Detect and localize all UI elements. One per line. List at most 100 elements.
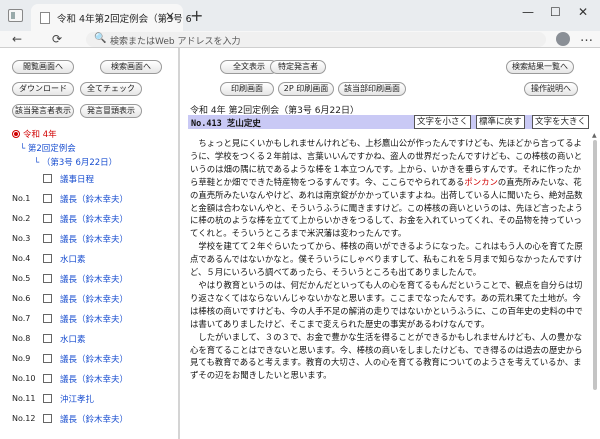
print-screen-button[interactable]: 印刷画面 [220, 82, 274, 96]
profile-avatar[interactable] [556, 32, 570, 46]
speech-speaker-link[interactable]: 水口素 [60, 253, 86, 265]
speech-checkbox[interactable] [43, 294, 52, 303]
speech-row[interactable]: No.8 水口素 [0, 330, 178, 350]
tree-era[interactable]: 令和 4年 [12, 128, 57, 140]
speech-speaker-link[interactable]: 議長（鈴木幸夫） [60, 213, 128, 225]
speech-row[interactable]: No.6 議長（鈴木幸夫） [0, 290, 178, 310]
speech-row[interactable]: No.3 議長（鈴木幸夫） [0, 230, 178, 250]
tree-session[interactable]: └ 第2回定例会 [20, 142, 76, 154]
show-speakers-button[interactable]: 該当発言者表示 [12, 104, 74, 118]
speech-number: No.5 [12, 274, 31, 283]
font-reset-button[interactable]: 標準に戻す [476, 115, 525, 129]
font-larger-button[interactable]: 文字を大きく [532, 115, 590, 129]
speech-checkbox[interactable] [43, 334, 52, 343]
search-icon: 🔍 [94, 33, 107, 44]
tree-branch-icon: └ [20, 144, 28, 154]
scroll-up-icon[interactable]: ▲ [592, 132, 597, 139]
speech-number: No.8 [12, 334, 31, 343]
more-menu-icon[interactable]: … [580, 30, 593, 45]
minimize-icon[interactable]: — [522, 5, 534, 19]
agenda-link[interactable]: 議事日程 [60, 173, 94, 185]
speech-row[interactable]: No.1 議長（鈴木幸夫） [0, 190, 178, 210]
speech-number: No.4 [12, 254, 31, 263]
speech-number: No.3 [12, 234, 31, 243]
search-screen-button[interactable]: 検索画面へ [100, 60, 162, 74]
browser-tab[interactable]: 令和 4年第2回定例会（第3号 6 × [31, 4, 192, 31]
print-matching-button[interactable]: 該当部印刷画面 [338, 82, 406, 96]
speech-text: ちょっと見にくいかもしれませんけれども、上杉鷹山公が作ったんですけども、先ほどか… [190, 137, 588, 382]
expanded-node-icon [12, 130, 20, 138]
font-smaller-button[interactable]: 文字を小さく [414, 115, 472, 129]
speech-number: No.7 [12, 314, 31, 323]
speech-checkbox[interactable] [43, 314, 52, 323]
speech-number: No.10 [12, 374, 36, 383]
speech-checkbox[interactable] [43, 254, 52, 263]
paragraph-text: 学校を建てて２年ぐらいたってから、棒核の商いができるようになった。これはもう人の… [190, 241, 583, 278]
help-button[interactable]: 操作説明へ [524, 82, 578, 96]
page-favicon-icon [40, 12, 50, 24]
speech-checkbox[interactable] [43, 194, 52, 203]
address-input[interactable]: 検索またはWeb アドレスを入力 [110, 34, 240, 47]
speech-speaker-link[interactable]: 議長（鈴木幸夫） [60, 413, 128, 425]
speech-checkbox[interactable] [43, 234, 52, 243]
speech-row[interactable]: No.4 水口素 [0, 250, 178, 270]
speech-paragraph: したがいまして、３の３で、お金で豊かな生活を得ることができるかもしれませんけども… [190, 331, 588, 383]
speech-speaker-link[interactable]: 議長（鈴木幸夫） [60, 233, 128, 245]
speech-checkbox[interactable] [43, 394, 52, 403]
browser-tab-strip: 令和 4年第2回定例会（第3号 6 × + — ☐ ✕ [0, 0, 600, 31]
speech-speaker-link[interactable]: 議長（鈴木幸夫） [60, 193, 128, 205]
back-icon[interactable]: ← [12, 32, 22, 46]
speech-checkbox[interactable] [43, 354, 52, 363]
speaker-name: No.413 芝山定史 [191, 119, 261, 129]
speech-number: No.6 [12, 294, 31, 303]
speaker-bar: No.413 芝山定史 文字を小さく 標準に戻す 文字を大きく [188, 115, 590, 129]
speech-checkbox[interactable] [43, 214, 52, 223]
show-headings-button[interactable]: 発言冒頭表示 [80, 104, 142, 118]
speech-row[interactable]: No.9 議長（鈴木幸夫） [0, 350, 178, 370]
minutes-navigation-pane: 閲覧画面へ 検索画面へ ダウンロード 全てチェック 該当発言者表示 発言冒頭表示… [0, 48, 180, 439]
speech-speaker-link[interactable]: 議長（鈴木幸夫） [60, 353, 128, 365]
new-tab-icon[interactable]: + [190, 6, 203, 25]
tree-branch-icon: └ [34, 158, 42, 168]
speech-checkbox[interactable] [43, 414, 52, 423]
specific-speaker-button[interactable]: 特定発言者 [270, 60, 326, 74]
browser-toolbar: ← ⟳ 🔍 検索またはWeb アドレスを入力 … [0, 30, 600, 48]
speech-checkbox[interactable] [43, 274, 52, 283]
maximize-icon[interactable]: ☐ [550, 5, 561, 19]
check-all-button[interactable]: 全てチェック [80, 82, 142, 96]
speech-speaker-link[interactable]: 議長（鈴木幸夫） [60, 373, 128, 385]
download-button[interactable]: ダウンロード [12, 82, 74, 96]
view-screen-button[interactable]: 閲覧画面へ [12, 60, 74, 74]
speech-row[interactable]: No.10 議長（鈴木幸夫） [0, 370, 178, 390]
search-hit-highlight: ポンカン [464, 176, 498, 187]
close-tab-icon[interactable]: × [165, 9, 175, 23]
speech-row[interactable]: No.12 議長（鈴木幸夫） [0, 410, 178, 430]
speech-row[interactable]: No.11 沖江孝扎 [0, 390, 178, 410]
agenda-row[interactable]: 議事日程 [0, 170, 178, 190]
print-2p-button[interactable]: 2P 印刷画面 [278, 82, 334, 96]
speech-speaker-link[interactable]: 議長（鈴木幸夫） [60, 273, 128, 285]
speech-paragraph: 学校を建てて２年ぐらいたってから、棒核の商いができるようになった。これはもう人の… [190, 240, 588, 279]
agenda-checkbox[interactable] [43, 174, 52, 183]
speech-row[interactable]: No.5 議長（鈴木幸夫） [0, 270, 178, 290]
speech-paragraph: やはり教育というのは、何だかんだといっても人の心を育てるもんだということで、観点… [190, 279, 588, 331]
window-close-icon[interactable]: ✕ [578, 5, 588, 19]
speech-row[interactable]: No.2 議長（鈴木幸夫） [0, 210, 178, 230]
speech-checkbox[interactable] [43, 374, 52, 383]
search-results-button[interactable]: 検索結果一覧へ [506, 60, 574, 74]
scrollbar-thumb[interactable] [593, 140, 597, 390]
speech-number: No.12 [12, 414, 36, 423]
speech-speaker-link[interactable]: 沖江孝扎 [60, 393, 94, 405]
reload-icon[interactable]: ⟳ [52, 32, 62, 46]
speech-speaker-link[interactable]: 議長（鈴木幸夫） [60, 313, 128, 325]
address-bar[interactable]: 🔍 検索またはWeb アドレスを入力 [86, 32, 546, 47]
speech-number: No.11 [12, 394, 36, 403]
paragraph-text: したがいまして、３の３で、お金で豊かな生活を得ることができるかもしれませんけども… [190, 331, 583, 381]
speech-row[interactable]: No.7 議長（鈴木幸夫） [0, 310, 178, 330]
tab-actions-icon[interactable] [8, 9, 23, 22]
tree-issue[interactable]: └ （第3号 6月22日） [34, 156, 117, 168]
speech-number: No.1 [12, 194, 31, 203]
speech-speaker-link[interactable]: 議長（鈴木幸夫） [60, 293, 128, 305]
speech-speaker-link[interactable]: 水口素 [60, 333, 86, 345]
speech-number: No.9 [12, 354, 31, 363]
